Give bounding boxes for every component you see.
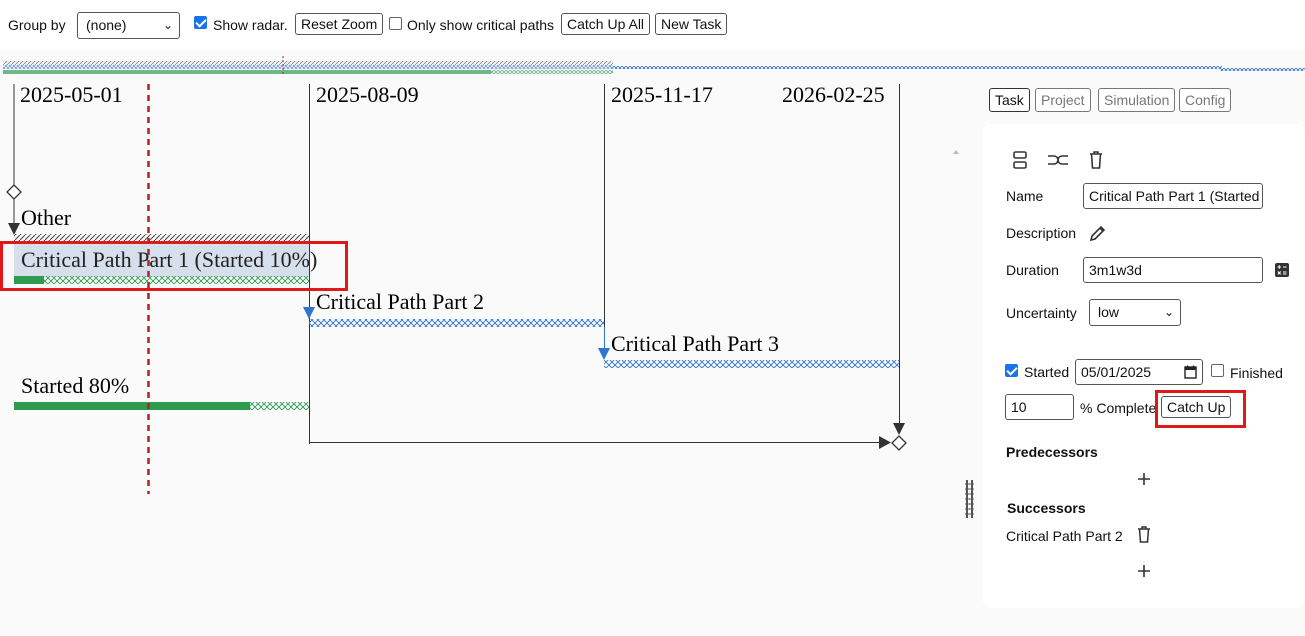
task-bar-cp2[interactable] [309, 319, 604, 327]
tab-simulation[interactable]: Simulation [1098, 88, 1176, 112]
radar-viewport[interactable] [3, 60, 613, 74]
add-predecessor-icon[interactable] [1137, 472, 1151, 486]
task-bar-started80-progress[interactable] [14, 402, 250, 410]
show-radar-label: Show radar. [213, 17, 288, 33]
started-date-value: 05/01/2025 [1081, 364, 1152, 380]
task-bar-other[interactable] [14, 234, 309, 241]
successor-item: Critical Path Part 2 [1006, 528, 1123, 544]
name-input[interactable]: Critical Path Part 1 (Started [1083, 183, 1263, 209]
highlight-box-catch-up [1155, 390, 1246, 428]
started-label: Started [1024, 364, 1070, 380]
toolbar: Group by (none) ⌄ Show radar. Reset Zoom… [0, 0, 1305, 50]
task-bar-cp1-remaining[interactable] [14, 276, 309, 284]
remove-successor-trash-icon[interactable] [1137, 526, 1151, 543]
edit-pencil-icon[interactable] [1089, 224, 1107, 242]
merge-icon[interactable] [1047, 153, 1069, 167]
date-label: 2026-02-25 [782, 82, 885, 107]
resize-handle-icon[interactable] [965, 480, 975, 520]
date-label: 2025-08-09 [316, 82, 419, 107]
finished-checkbox[interactable] [1211, 364, 1224, 377]
show-radar-checkbox[interactable] [194, 16, 207, 29]
dependency-arrow [303, 307, 315, 319]
date-label: 2025-11-17 [611, 82, 713, 107]
radar-bar-part3 [610, 66, 1222, 69]
percent-complete-label: % Complete [1080, 400, 1157, 416]
radar-overview[interactable] [0, 52, 1305, 80]
critical-only-checkbox[interactable] [389, 17, 402, 30]
calendar-icon[interactable] [1184, 365, 1197, 379]
group-by-select[interactable]: (none) ⌄ [77, 12, 180, 39]
task-label-other[interactable]: Other [21, 205, 72, 230]
group-by-value: (none) [86, 17, 127, 33]
started-date-input[interactable]: 05/01/2025 [1075, 359, 1203, 385]
dependency-arrow [598, 348, 610, 360]
description-label: Description [1006, 225, 1077, 241]
dependency-arrow [8, 223, 20, 235]
successors-heading: Successors [1007, 500, 1086, 516]
reset-zoom-button[interactable]: Reset Zoom [295, 13, 384, 35]
scroll-up-icon[interactable] [953, 150, 959, 154]
split-icon[interactable] [1012, 151, 1028, 169]
dependency-arrow [893, 423, 905, 435]
name-label: Name [1006, 188, 1044, 204]
uncertainty-label: Uncertainty [1006, 305, 1077, 321]
finish-milestone[interactable] [891, 435, 907, 451]
task-bar-cp3[interactable] [604, 360, 899, 368]
task-label-cp3[interactable]: Critical Path Part 3 [611, 331, 779, 356]
add-successor-icon[interactable] [1137, 564, 1151, 578]
tab-config[interactable]: Config [1179, 88, 1232, 112]
task-label-cp1[interactable]: Critical Path Part 1 (Started 10%) [21, 247, 317, 272]
uncertainty-select[interactable]: low ⌄ [1089, 299, 1181, 326]
group-by-label: Group by [8, 17, 66, 33]
duration-input[interactable]: 3m1w3d [1083, 257, 1263, 283]
duration-label: Duration [1006, 262, 1059, 278]
date-label: 2025-05-01 [20, 82, 123, 107]
gantt-chart[interactable]: 2025-05-01 2025-08-09 2025-11-17 2026-02… [0, 80, 960, 636]
radar-bar-tail [1220, 68, 1305, 71]
started-checkbox[interactable] [1005, 364, 1018, 377]
task-label-cp2[interactable]: Critical Path Part 2 [316, 289, 484, 314]
catch-up-all-button[interactable]: Catch Up All [561, 13, 651, 35]
finished-label: Finished [1230, 365, 1283, 381]
trash-icon[interactable] [1088, 151, 1104, 169]
calculator-icon[interactable] [1274, 262, 1290, 278]
percent-complete-input[interactable]: 10 [1005, 394, 1074, 420]
new-task-button[interactable]: New Task [655, 13, 728, 35]
critical-only-label: Only show critical paths [407, 17, 555, 33]
task-bar-cp1-progress[interactable] [14, 276, 44, 284]
uncertainty-value: low [1098, 304, 1120, 320]
task-label-started80[interactable]: Started 80% [21, 373, 129, 398]
start-milestone[interactable] [6, 184, 22, 200]
chevron-down-icon: ⌄ [1163, 305, 1174, 319]
chevron-down-icon: ⌄ [162, 18, 173, 32]
predecessors-heading: Predecessors [1006, 444, 1098, 460]
tab-project[interactable]: Project [1035, 88, 1091, 112]
tab-task[interactable]: Task [989, 88, 1030, 112]
dependency-arrow [879, 436, 891, 449]
